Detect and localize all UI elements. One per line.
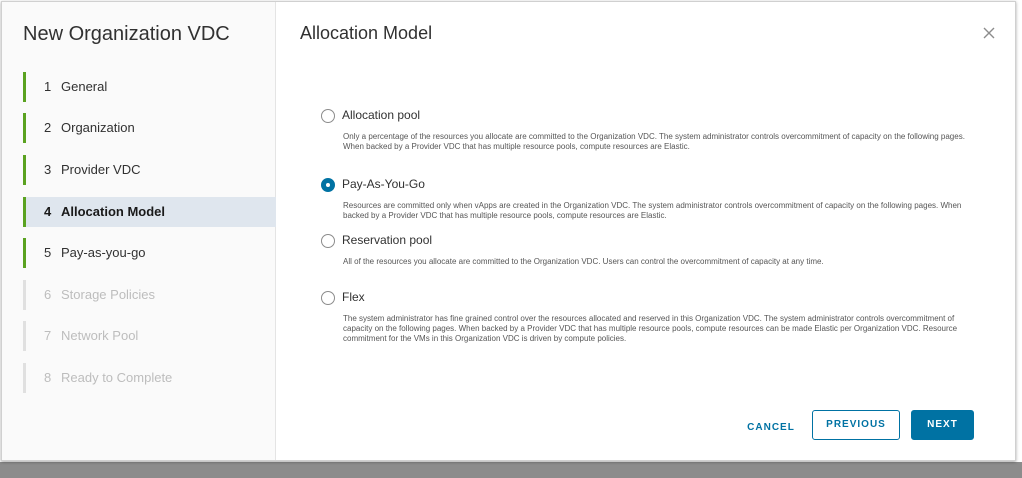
option-label[interactable]: Pay-As-You-Go xyxy=(342,177,425,191)
step-label: Organization xyxy=(61,120,135,135)
radio-allocation-pool[interactable] xyxy=(321,109,335,123)
step-number: 6 xyxy=(44,287,52,302)
step-number: 7 xyxy=(44,328,52,343)
step-general[interactable]: 1 General xyxy=(23,72,276,102)
option-description: All of the resources you allocate are co… xyxy=(343,257,824,266)
step-pay-as-you-go[interactable]: 5 Pay-as-you-go xyxy=(23,238,276,268)
step-progress-bar xyxy=(23,197,26,227)
step-number: 3 xyxy=(44,162,52,177)
page-backdrop xyxy=(0,462,1022,478)
radio-reservation-pool[interactable] xyxy=(321,234,335,248)
wizard-steps: 1 General 2 Organization 3 Provider VDC 4 Al… xyxy=(23,65,276,399)
option-label[interactable]: Reservation pool xyxy=(342,233,432,247)
option-description: Only a percentage of the resources you a… xyxy=(343,132,965,151)
step-progress-bar xyxy=(23,72,26,102)
step-number: 4 xyxy=(44,204,52,219)
close-icon-glyph xyxy=(983,27,995,39)
radio-flex[interactable] xyxy=(321,291,335,305)
step-label: Ready to Complete xyxy=(61,370,173,385)
step-storage-policies: 6 Storage Policies xyxy=(23,280,276,310)
step-number: 5 xyxy=(44,245,52,260)
step-progress-bar xyxy=(23,363,26,393)
step-label: Allocation Model xyxy=(61,204,165,219)
step-progress-bar xyxy=(23,155,26,185)
step-provider-vdc[interactable]: 3 Provider VDC xyxy=(23,155,276,185)
step-label: Pay-as-you-go xyxy=(61,245,146,260)
page-title: Allocation Model xyxy=(300,23,433,43)
option-label[interactable]: Allocation pool xyxy=(342,108,420,122)
step-number: 8 xyxy=(44,370,52,385)
step-progress-bar xyxy=(23,238,26,268)
step-label: General xyxy=(61,79,108,94)
option-description: The system administrator has fine graine… xyxy=(343,314,958,343)
step-number: 2 xyxy=(44,120,52,135)
wizard-dialog: New Organization VDC 1 General 2 Organizat… xyxy=(1,1,1016,461)
step-ready-to-complete: 8 Ready to Complete xyxy=(23,363,276,393)
step-number: 1 xyxy=(44,79,52,94)
next-button[interactable]: NEXT xyxy=(911,410,974,440)
step-label: Provider VDC xyxy=(61,162,141,177)
step-progress-bar xyxy=(23,280,26,310)
step-allocation-model[interactable]: 4 Allocation Model xyxy=(23,197,276,227)
previous-button[interactable]: PREVIOUS xyxy=(812,410,900,440)
step-organization[interactable]: 2 Organization xyxy=(23,113,276,143)
wizard-title: New Organization VDC xyxy=(23,23,230,45)
close-icon[interactable] xyxy=(980,25,998,43)
step-progress-bar xyxy=(23,113,26,143)
cancel-button[interactable]: CANCEL xyxy=(740,413,802,443)
wizard-sidebar: New Organization VDC 1 General 2 Organizat… xyxy=(2,2,276,460)
step-progress-bar xyxy=(23,321,26,351)
step-network-pool: 7 Network Pool xyxy=(23,321,276,351)
step-label: Network Pool xyxy=(61,328,139,343)
radio-pay-as-you-go[interactable] xyxy=(321,178,335,192)
option-description: Resources are committed only when vApps … xyxy=(343,201,962,220)
step-label: Storage Policies xyxy=(61,287,155,302)
option-label[interactable]: Flex xyxy=(342,290,365,304)
